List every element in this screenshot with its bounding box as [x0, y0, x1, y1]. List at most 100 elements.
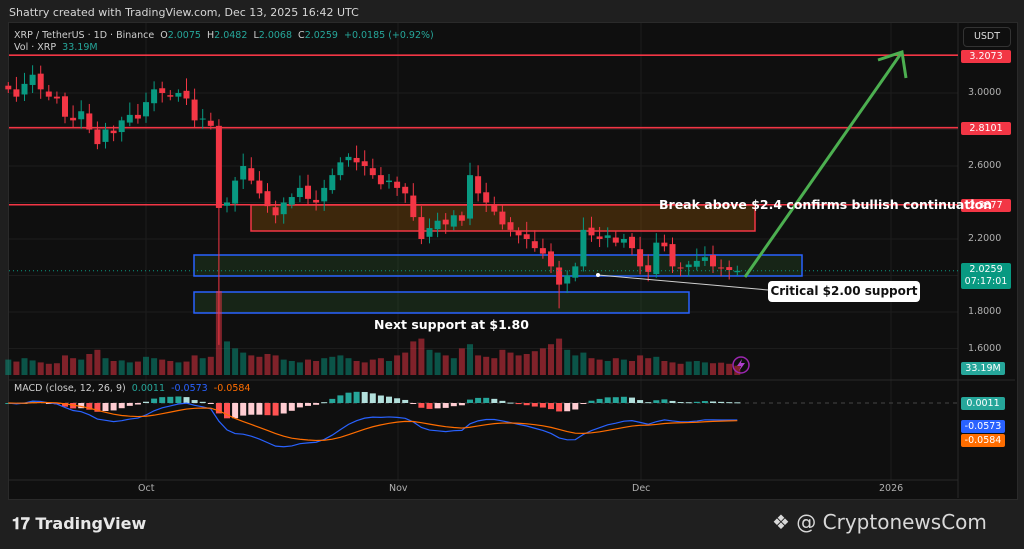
volume-bar — [588, 358, 595, 375]
candle-body — [337, 162, 344, 176]
candle-body — [612, 237, 619, 243]
volume-bar — [78, 359, 85, 375]
volume-bar — [726, 363, 733, 375]
volume-bar — [369, 359, 376, 375]
macd-histogram-bar — [288, 403, 295, 411]
candle-body — [191, 99, 198, 121]
volume-bar — [620, 359, 627, 375]
volume-bar — [37, 362, 44, 375]
macd-histogram-bar — [483, 397, 490, 403]
candle-body — [588, 227, 595, 236]
symbol-name[interactable]: XRP / TetherUS · 1D · Binance — [14, 30, 154, 41]
candle-body — [620, 239, 627, 243]
bullish-annotation[interactable]: Break above $2.4 confirms bullish contin… — [659, 197, 992, 212]
volume-bar — [21, 358, 28, 375]
candle-body — [572, 266, 579, 278]
macd-histogram-bar — [126, 403, 133, 406]
volume-bar — [491, 358, 498, 375]
volume-bar — [637, 355, 644, 375]
volume-bar — [434, 352, 441, 375]
candle-body — [248, 168, 255, 181]
candle-body — [434, 220, 441, 230]
volume-bar — [426, 349, 433, 375]
price-tick: 3.0000 — [968, 87, 1002, 98]
macd-histogram-bar — [685, 402, 692, 404]
macd-histogram-bar — [572, 403, 579, 410]
candle-body — [110, 130, 117, 134]
critical-support-callout[interactable]: Critical $2.00 support — [768, 281, 920, 302]
volume-bar — [256, 356, 263, 375]
candle-body — [580, 229, 587, 267]
volume-bar — [53, 363, 60, 375]
macd-histogram-bar — [734, 402, 741, 404]
bullish-arrow — [743, 51, 904, 278]
volume-bar — [564, 349, 571, 375]
volume-bar — [718, 362, 725, 375]
candle-body — [175, 93, 182, 97]
volume-bar — [280, 359, 287, 375]
time-tick: Dec — [632, 483, 651, 494]
price-tick: 2.6000 — [968, 160, 1002, 171]
candle-body — [507, 222, 514, 230]
macd-histogram-bar — [693, 401, 700, 403]
macd-histogram-bar — [386, 396, 392, 403]
candle-body — [361, 161, 368, 166]
volume-bar — [13, 361, 20, 375]
macd-line — [8, 400, 738, 448]
volume-bar — [264, 354, 271, 375]
candle-body — [661, 242, 668, 247]
volume-label[interactable]: Vol · XRP — [14, 42, 56, 53]
volume-bar — [191, 355, 198, 375]
currency-button[interactable]: USDT — [963, 27, 1011, 47]
volume-bar — [29, 360, 36, 375]
next-support-annotation[interactable]: Next support at $1.80 — [374, 317, 529, 332]
callout-line — [597, 274, 769, 291]
candle-body — [604, 235, 611, 238]
volume-bar — [199, 358, 206, 375]
volume-bar — [507, 352, 514, 375]
volume-bar — [402, 352, 409, 375]
candle-body — [70, 117, 77, 121]
volume-bar — [207, 356, 214, 375]
close-value: 2.0259 — [304, 30, 338, 41]
macd-histogram-bar — [596, 398, 603, 403]
chart-canvas[interactable] — [0, 0, 1024, 549]
candle-body — [677, 267, 684, 269]
volume-bar — [701, 362, 708, 375]
candle-body — [143, 102, 149, 117]
volume-bar — [143, 356, 149, 375]
volume-price-label: 33.19M — [961, 362, 1005, 375]
volume-bar — [418, 338, 425, 375]
volume-bar — [653, 356, 660, 375]
candle-body — [256, 180, 263, 194]
candle-body — [151, 89, 158, 104]
volume-bar — [126, 362, 133, 375]
resistance-label-1: 3.2073 — [961, 50, 1011, 63]
volume-bar — [531, 351, 538, 375]
macd-histogram-bar — [377, 395, 384, 403]
candle-body — [13, 89, 20, 97]
volume-legend: Vol · XRP 33.19M — [14, 42, 98, 53]
volume-bar — [224, 341, 230, 375]
macd-histogram-bar — [507, 402, 514, 404]
volume-bar — [548, 344, 554, 375]
candle-body — [467, 175, 473, 219]
macd-histogram-bar — [491, 398, 498, 403]
tradingview-logo[interactable]: 𝟏𝟕 TradingView — [12, 514, 146, 534]
macd-histogram-bar — [556, 403, 563, 412]
macd-histogram-bar — [653, 400, 660, 403]
candle-body — [240, 166, 247, 180]
volume-bar — [313, 361, 320, 375]
volume-bar — [386, 361, 392, 375]
macd-label-axis: -0.0573 — [961, 420, 1005, 433]
macd-histogram-bar — [394, 398, 401, 403]
macd-histogram-bar — [183, 397, 190, 403]
macd-histogram-bar — [329, 398, 336, 403]
low-value: 2.0068 — [258, 30, 292, 41]
candle-body — [410, 195, 417, 218]
candle-body — [102, 129, 109, 142]
macd-hist-value: 0.0011 — [131, 383, 166, 394]
tradingview-icon: 𝟏𝟕 — [12, 514, 36, 533]
macd-label[interactable]: MACD (close, 12, 26, 9) — [14, 383, 126, 394]
candle-body — [499, 211, 506, 225]
